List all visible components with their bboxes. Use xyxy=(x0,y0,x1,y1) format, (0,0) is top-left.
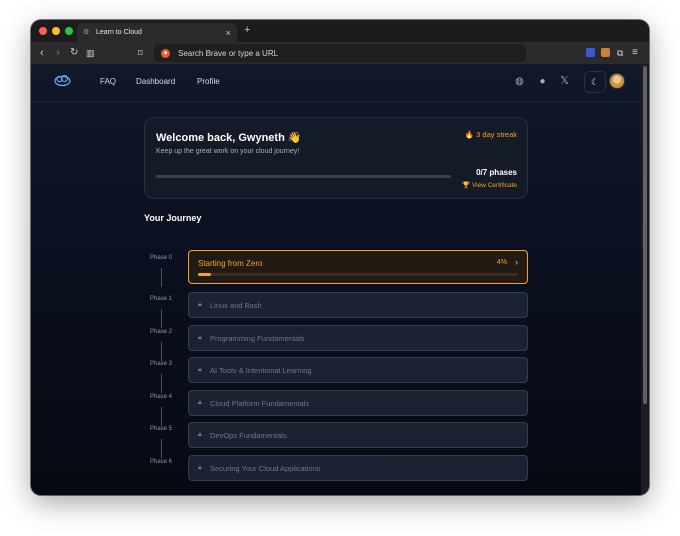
phase-connector xyxy=(161,268,162,287)
lock-icon: 🔒︎ xyxy=(198,464,202,471)
url-input[interactable]: ◆ Search Brave or type a URL xyxy=(154,44,526,62)
phase-connector xyxy=(161,407,162,426)
site-navbar: FAQ Dashboard Profile ◍ ● 𝕏 ☾ xyxy=(31,64,641,102)
phase-label: Phase 5 xyxy=(149,426,173,432)
phase-name: Starting from Zero xyxy=(198,259,263,268)
phase-name: Programming Fundamentals xyxy=(210,333,305,343)
phases-count: 0/7 phases xyxy=(476,168,517,177)
phase-label: Phase 4 xyxy=(149,394,173,400)
phase-label: Phase 1 xyxy=(149,296,173,302)
forward-icon[interactable]: › xyxy=(56,46,60,60)
lock-icon: 🔒︎ xyxy=(198,399,202,406)
phase-connector xyxy=(161,309,162,328)
bookmark-icon[interactable]: ⌑ xyxy=(138,46,143,60)
browser-tab[interactable]: ⚙ Learn to Cloud × xyxy=(77,23,237,42)
brave-shield-icon[interactable]: ◆ xyxy=(161,48,170,58)
phase-card-cloud-platform-fundamentals[interactable]: 🔒︎ Cloud Platform Fundamentals xyxy=(188,390,528,416)
menu-icon[interactable]: ≡ xyxy=(632,46,638,60)
lock-icon: 🔒︎ xyxy=(198,334,202,341)
phase-name: Securing Your Cloud Applications xyxy=(210,463,321,473)
scrollbar-thumb[interactable] xyxy=(643,66,647,404)
phase-connector xyxy=(161,374,162,393)
chevron-right-icon: › xyxy=(515,257,518,267)
journey-heading: Your Journey xyxy=(144,213,202,223)
cloud-logo-icon[interactable] xyxy=(54,74,71,87)
back-icon[interactable]: ‹ xyxy=(40,46,44,60)
reload-icon[interactable]: ↻ xyxy=(70,46,78,60)
page-scrollbar[interactable] xyxy=(641,64,649,495)
github-icon[interactable]: ● xyxy=(537,76,548,87)
phase-progress-fill xyxy=(198,273,211,276)
overall-progress-bar xyxy=(156,175,451,178)
nav-dashboard[interactable]: Dashboard xyxy=(136,77,175,86)
welcome-subtitle: Keep up the great work on your cloud jou… xyxy=(156,148,300,155)
phase-progress-percent: 4% xyxy=(496,259,507,266)
phase-name: DevOps Fundamentals xyxy=(210,430,287,440)
welcome-title: Welcome back, Gwyneth 👋 xyxy=(156,132,302,144)
phase-card-securing-cloud-applications[interactable]: 🔒︎ Securing Your Cloud Applications xyxy=(188,455,528,481)
avatar[interactable] xyxy=(609,73,625,89)
phase-label: Phase 0 xyxy=(149,255,173,261)
lock-icon: 🔒︎ xyxy=(198,431,202,438)
new-tab-button[interactable]: + xyxy=(244,24,250,36)
sidebar-toggle-icon[interactable]: ▥ xyxy=(86,46,95,60)
phase-name: Cloud Platform Fundamentals xyxy=(210,398,310,408)
url-placeholder: Search Brave or type a URL xyxy=(178,48,279,58)
tab-close-icon[interactable]: × xyxy=(226,28,231,38)
minimize-window-button[interactable] xyxy=(52,27,60,35)
extensions-puzzle-icon[interactable]: ⧉ xyxy=(617,46,623,60)
nav-faq[interactable]: FAQ xyxy=(100,77,116,86)
discord-icon[interactable]: ◍ xyxy=(514,76,525,87)
welcome-card: Welcome back, Gwyneth 👋 Keep up the grea… xyxy=(144,117,528,199)
phase-name: Linux and Bash xyxy=(210,300,262,310)
phase-card-linux-and-bash[interactable]: 🔒︎ Linux and Bash xyxy=(188,292,528,318)
maximize-window-button[interactable] xyxy=(65,27,73,35)
phase-card-starting-from-zero[interactable]: Starting from Zero 4% › xyxy=(188,250,528,284)
phase-name: AI Tools & Intentional Learning xyxy=(210,365,312,375)
phase-label: Phase 3 xyxy=(149,361,173,367)
site-favicon-icon: ⚙ xyxy=(83,28,90,36)
phase-label: Phase 2 xyxy=(149,329,173,335)
phase-label: Phase 6 xyxy=(149,459,173,465)
lock-icon: 🔒︎ xyxy=(198,366,202,373)
tab-bar: ⚙ Learn to Cloud × + xyxy=(31,20,649,42)
moon-icon: ☾ xyxy=(590,76,600,87)
close-window-button[interactable] xyxy=(39,27,47,35)
phase-connector xyxy=(161,439,162,458)
browser-window: ⚙ Learn to Cloud × + ‹ › ↻ ▥ ⌑ ◆ Search … xyxy=(31,20,649,495)
streak-badge: 🔥 3 day streak xyxy=(464,130,517,139)
lock-icon: 🔒︎ xyxy=(198,301,202,308)
view-certificate-link[interactable]: 🏆 View Certificate xyxy=(462,181,517,189)
theme-toggle-button[interactable]: ☾ xyxy=(584,71,606,93)
extension-icon[interactable] xyxy=(601,48,610,57)
page-content: FAQ Dashboard Profile ◍ ● 𝕏 ☾ Welcome ba… xyxy=(31,64,641,495)
address-bar: ‹ › ↻ ▥ ⌑ ◆ Search Brave or type a URL ⧉… xyxy=(31,42,649,64)
x-icon[interactable]: 𝕏 xyxy=(559,76,570,87)
phase-connector xyxy=(161,342,162,361)
nav-profile[interactable]: Profile xyxy=(197,77,220,86)
extension-shield-icon[interactable] xyxy=(586,48,595,57)
phase-card-programming-fundamentals[interactable]: 🔒︎ Programming Fundamentals xyxy=(188,325,528,351)
tab-title: Learn to Cloud xyxy=(96,29,142,36)
phase-card-devops-fundamentals[interactable]: 🔒︎ DevOps Fundamentals xyxy=(188,422,528,448)
phase-progress-bar xyxy=(198,273,518,276)
phase-card-ai-tools[interactable]: 🔒︎ AI Tools & Intentional Learning xyxy=(188,357,528,383)
